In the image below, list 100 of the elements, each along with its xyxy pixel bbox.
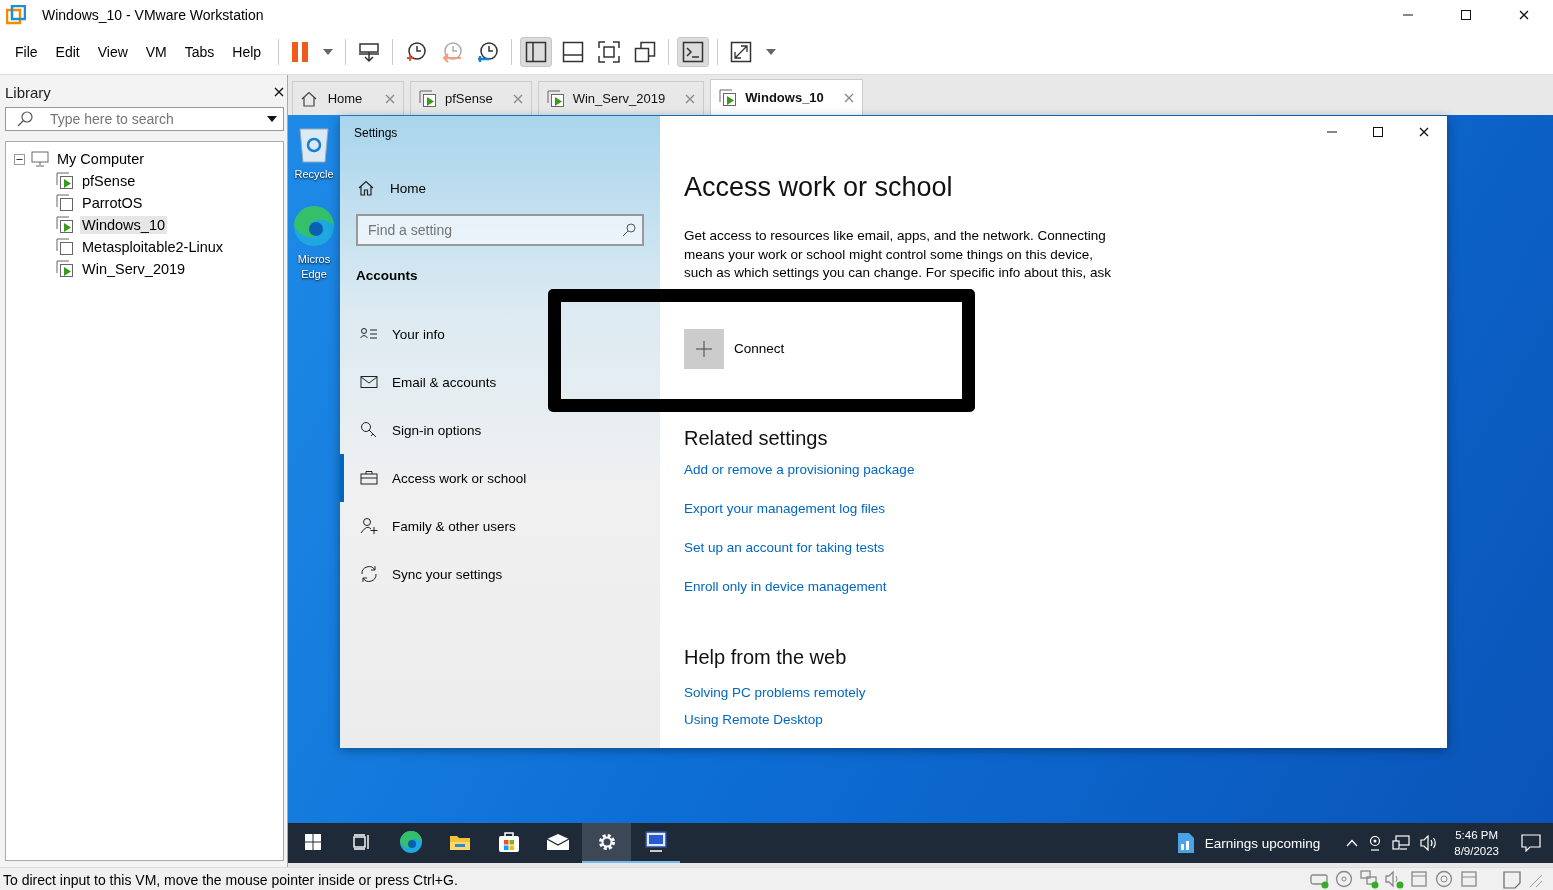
menu-item[interactable]: VM xyxy=(136,40,176,64)
bottom-bar-layout-icon xyxy=(562,41,585,63)
panel-title: Library xyxy=(5,83,51,101)
clock-plus-icon xyxy=(405,41,428,63)
desktop-icon-label[interactable]: Micros Edge xyxy=(297,252,331,282)
section-heading: Related settings xyxy=(684,426,829,450)
maximize-icon[interactable] xyxy=(1373,127,1383,137)
chart-document-icon xyxy=(1176,832,1195,854)
sync-arrows-icon xyxy=(360,565,378,583)
person-lines-icon xyxy=(360,326,378,342)
maximize-icon[interactable] xyxy=(1461,10,1471,20)
tree-item[interactable]: Windows_10 xyxy=(80,216,167,234)
menu-item[interactable]: Help xyxy=(223,40,271,64)
vm-icon xyxy=(719,88,738,107)
link[interactable]: Using Remote Desktop xyxy=(684,705,823,733)
pause-icon xyxy=(291,41,310,63)
nav-item[interactable]: Email & accounts xyxy=(340,358,660,406)
folder-icon[interactable] xyxy=(448,833,471,851)
house-icon xyxy=(358,180,374,196)
menu-item[interactable]: File xyxy=(6,40,47,64)
section-heading: Accounts xyxy=(355,267,419,285)
gear-icon[interactable] xyxy=(596,832,617,852)
disc-icon[interactable] xyxy=(1335,870,1354,889)
store-bag-icon[interactable] xyxy=(497,831,520,853)
news-widget[interactable]: Earnings upcoming xyxy=(1170,831,1327,855)
collapse-icon[interactable] xyxy=(14,153,25,165)
close-icon[interactable] xyxy=(1519,10,1529,20)
edge-logo-icon[interactable] xyxy=(398,830,423,854)
monitor-arrow-icon xyxy=(358,41,381,63)
link[interactable]: Export your management log files xyxy=(684,488,886,528)
clock[interactable]: 5:46 PM 8/9/2023 xyxy=(1444,827,1509,859)
vm-icon xyxy=(546,89,565,108)
description: Get access to resources like email, apps, and the network. Connecting means your work or school might control some things on this device, such as which settings you can change. For specific info about this, ask xyxy=(684,227,1112,283)
search-field[interactable]: Type here to search xyxy=(5,107,284,131)
task-view-icon[interactable] xyxy=(352,834,371,850)
taskbar-button[interactable] xyxy=(582,823,631,863)
note-icon[interactable] xyxy=(1503,870,1521,889)
menu-item[interactable]: Edit xyxy=(46,40,89,64)
webcam-icon[interactable] xyxy=(1368,835,1383,851)
house-icon xyxy=(301,90,317,107)
envelope-icon xyxy=(360,375,378,389)
window-title: Windows_10 - VMware Workstation xyxy=(42,7,265,23)
plus-icon xyxy=(696,340,712,357)
notification-icon[interactable] xyxy=(1521,834,1541,852)
window-title: Settings xyxy=(353,125,399,142)
speaker-icon[interactable] xyxy=(1420,835,1439,851)
status-message: To direct input to this VM, move the mouse pointer inside or press Ctrl+G. xyxy=(2,871,459,888)
vmware-logo-icon xyxy=(6,5,26,25)
tab[interactable]: Win_Serv_2019 xyxy=(537,81,705,115)
console-button[interactable] xyxy=(677,37,710,67)
vm-icon xyxy=(419,89,437,108)
sidebar-layout-icon xyxy=(525,41,548,63)
edge-logo-icon xyxy=(292,204,336,248)
nav-item[interactable]: Family & other users xyxy=(340,502,660,550)
windows-logo-icon[interactable] xyxy=(304,834,321,850)
search-icon xyxy=(622,223,636,237)
person-plus-icon xyxy=(360,517,378,535)
page-title: Access work or school xyxy=(684,172,954,203)
overlapping-squares-icon xyxy=(634,41,657,63)
nav-item[interactable]: Sign-in options xyxy=(340,406,660,454)
tree-item[interactable]: Win_Serv_2019 xyxy=(80,260,188,278)
clock-wrench-icon xyxy=(477,41,500,63)
key-icon xyxy=(360,421,378,439)
desktop-icon-label[interactable]: Recycle xyxy=(294,167,334,182)
nav-item[interactable]: Home xyxy=(340,162,660,214)
link[interactable]: Add or remove a provisioning package xyxy=(684,449,915,489)
envelope-icon[interactable] xyxy=(545,833,570,851)
caret-icon[interactable] xyxy=(267,116,277,122)
connect-button[interactable]: Connect xyxy=(684,328,785,369)
search-icon xyxy=(17,111,33,127)
tree-item[interactable]: Metasploitable2-Linux xyxy=(80,238,226,256)
search-field[interactable]: Find a setting xyxy=(356,214,644,246)
link[interactable]: Solving PC problems remotely xyxy=(684,678,866,706)
briefcase-icon xyxy=(360,470,378,486)
tab[interactable]: Home xyxy=(292,81,404,115)
nav-item[interactable]: Sync your settings xyxy=(340,550,660,598)
tree-item[interactable]: pfSense xyxy=(80,172,138,190)
nav-item[interactable]: Your info xyxy=(340,310,660,358)
section-heading: Help from the web xyxy=(684,645,848,669)
network-icon[interactable] xyxy=(1360,870,1379,889)
close-icon[interactable] xyxy=(1419,127,1429,137)
menu-item[interactable]: View xyxy=(88,40,137,64)
terminal-icon xyxy=(682,41,705,63)
menu-item[interactable]: Tabs xyxy=(175,40,224,64)
tree-item[interactable]: My Computer xyxy=(55,150,147,168)
close-icon[interactable] xyxy=(274,87,284,97)
caret-icon xyxy=(766,49,777,55)
tab[interactable]: Windows_10 xyxy=(710,79,863,115)
tab[interactable]: pfSense xyxy=(410,81,532,115)
ring-icon[interactable] xyxy=(1435,870,1454,889)
tree-item[interactable]: ParrotOS xyxy=(80,194,145,212)
link[interactable]: Enroll only in device management xyxy=(684,566,887,606)
chevron-up-icon[interactable] xyxy=(1346,839,1359,847)
fullscreen-icon xyxy=(598,41,621,63)
caret-icon xyxy=(323,49,334,55)
network-monitor-icon[interactable] xyxy=(1392,835,1411,851)
library-view-button[interactable] xyxy=(520,37,553,67)
monitor-icon xyxy=(31,151,49,167)
link[interactable]: Set up an account for taking tests xyxy=(684,527,885,567)
monitor-icon[interactable] xyxy=(643,831,668,853)
